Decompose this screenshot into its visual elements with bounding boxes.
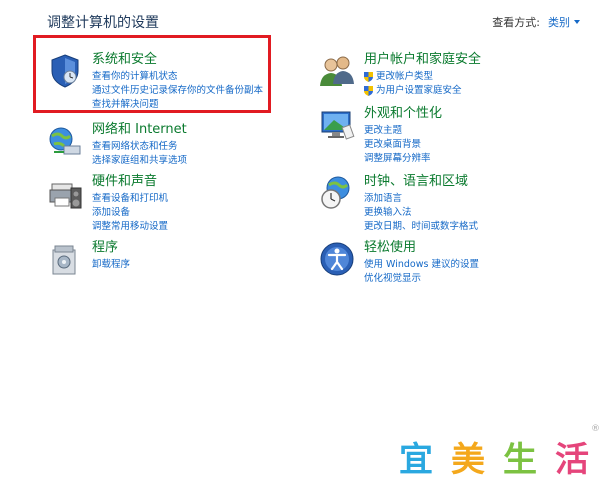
network-globe-icon[interactable] <box>46 122 84 160</box>
chevron-down-icon <box>574 20 580 24</box>
uac-shield-icon <box>364 86 373 96</box>
category-hardware-sound: 硬件和声音 查看设备和打印机 添加设备 调整常用移动设置 <box>46 174 168 234</box>
category-user-accounts: 用户帐户和家庭安全 更改帐户类型 为用户设置家庭安全 <box>318 52 481 98</box>
category-appearance: 外观和个性化 更改主题 更改桌面背景 调整屏幕分辨率 <box>318 106 442 166</box>
link-homegroup-sharing[interactable]: 选择家庭组和共享选项 <box>92 154 187 168</box>
link-family-safety-label: 为用户设置家庭安全 <box>376 85 462 96</box>
category-title-appearance[interactable]: 外观和个性化 <box>364 106 442 122</box>
display-icon[interactable] <box>318 106 356 144</box>
page-title: 调整计算机的设置 <box>47 15 159 31</box>
uac-shield-icon <box>364 72 373 82</box>
category-network: 网络和 Internet 查看网络状态和任务 选择家庭组和共享选项 <box>46 122 187 168</box>
registered-mark: ® <box>591 424 600 434</box>
link-uninstall-program[interactable]: 卸载程序 <box>92 258 130 272</box>
view-by-dropdown[interactable]: 类别 <box>548 14 580 30</box>
link-screen-resolution[interactable]: 调整屏幕分辨率 <box>364 152 442 166</box>
category-clock-language: 时钟、语言和区域 添加语言 更换输入法 更改日期、时间或数字格式 <box>318 174 478 234</box>
category-programs: 程序 卸载程序 <box>46 240 130 278</box>
watermark-logo: 宜 美 生 活 ® <box>392 424 600 484</box>
link-network-status[interactable]: 查看网络状态和任务 <box>92 140 187 154</box>
users-icon[interactable] <box>318 52 356 90</box>
clock-globe-icon[interactable] <box>318 174 356 212</box>
watermark-char: 美 <box>451 440 485 480</box>
link-change-theme[interactable]: 更改主题 <box>364 124 442 138</box>
category-title-programs[interactable]: 程序 <box>92 240 130 256</box>
link-add-device[interactable]: 添加设备 <box>92 206 168 220</box>
control-panel-page: 调整计算机的设置 查看方式: 类别 系统和安全 查看你的计算机状态 通过文件历史… <box>0 0 600 497</box>
category-title-clock-language[interactable]: 时钟、语言和区域 <box>364 174 478 190</box>
link-date-time-format[interactable]: 更改日期、时间或数字格式 <box>364 220 478 234</box>
watermark-char: 活 <box>555 440 589 480</box>
ease-of-access-icon[interactable] <box>318 240 356 278</box>
highlight-box <box>33 35 271 113</box>
view-by: 查看方式: 类别 <box>492 14 580 30</box>
category-title-hardware-sound[interactable]: 硬件和声音 <box>92 174 168 190</box>
printer-icon[interactable] <box>46 174 84 212</box>
watermark-char: 宜 <box>399 440 433 480</box>
category-ease-of-access: 轻松使用 使用 Windows 建议的设置 优化视觉显示 <box>318 240 479 286</box>
link-add-language[interactable]: 添加语言 <box>364 192 478 206</box>
category-title-user-accounts[interactable]: 用户帐户和家庭安全 <box>364 52 481 68</box>
view-by-label: 查看方式: <box>492 16 540 29</box>
link-change-desktop-background[interactable]: 更改桌面背景 <box>364 138 442 152</box>
link-optimize-visual-display[interactable]: 优化视觉显示 <box>364 272 479 286</box>
link-change-input-method[interactable]: 更换输入法 <box>364 206 478 220</box>
link-devices-printers[interactable]: 查看设备和打印机 <box>92 192 168 206</box>
link-mobility-settings[interactable]: 调整常用移动设置 <box>92 220 168 234</box>
category-title-network[interactable]: 网络和 Internet <box>92 122 187 138</box>
link-windows-recommended-settings[interactable]: 使用 Windows 建议的设置 <box>364 258 479 272</box>
view-by-value: 类别 <box>548 16 570 29</box>
watermark-char: 生 <box>503 440 537 480</box>
link-family-safety[interactable]: 为用户设置家庭安全 <box>364 84 481 98</box>
link-change-account-type-label: 更改帐户类型 <box>376 71 434 82</box>
link-change-account-type[interactable]: 更改帐户类型 <box>364 70 481 84</box>
category-title-ease-of-access[interactable]: 轻松使用 <box>364 240 479 256</box>
programs-box-icon[interactable] <box>46 240 84 278</box>
